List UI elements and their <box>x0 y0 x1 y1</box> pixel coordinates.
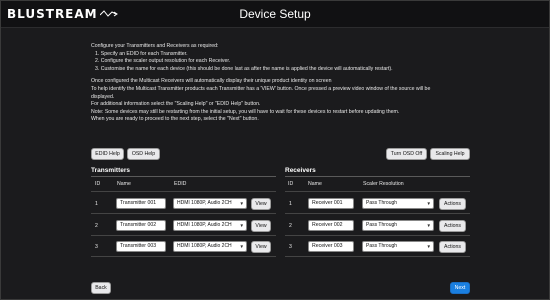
transmitters-col-id: ID <box>95 181 101 187</box>
scaler-value: Pass Through <box>366 222 398 228</box>
receiver-name-input[interactable]: Receiver 002 <box>308 220 354 231</box>
view-button[interactable]: View <box>251 241 271 253</box>
scaler-value: Pass Through <box>366 243 398 249</box>
back-button[interactable]: Back <box>91 282 111 294</box>
transmitter-name-input[interactable]: Transmitter 001 <box>116 198 166 209</box>
receivers-divider <box>285 176 470 177</box>
receiver-id: 3 <box>289 244 292 250</box>
row-divider <box>91 235 276 236</box>
receivers-header-divider <box>285 191 470 192</box>
instruction-line: When you are ready to proceed to the nex… <box>91 116 259 123</box>
chevron-down-icon: ▼ <box>239 223 244 228</box>
transmitter-edid-select[interactable]: HDMI 1080P, Audio 2CH ▼ <box>173 241 247 252</box>
page-title: Device Setup <box>239 7 311 21</box>
chevron-down-icon: ▼ <box>426 244 431 249</box>
transmitters-divider <box>91 176 276 177</box>
actions-button[interactable]: Actions <box>439 220 466 232</box>
transmitters-header-divider <box>91 191 276 192</box>
transmitter-name-input[interactable]: Transmitter 002 <box>116 220 166 231</box>
row-divider <box>285 235 470 236</box>
next-button[interactable]: Next <box>450 282 470 294</box>
receiver-name-input[interactable]: Receiver 003 <box>308 241 354 252</box>
transmitters-col-edid: EDID <box>174 181 187 187</box>
instruction-line: To help identify the Multicast Transmitt… <box>91 85 431 92</box>
receiver-scaler-select[interactable]: Pass Through ▼ <box>362 198 434 209</box>
receivers-col-id: ID <box>288 181 294 187</box>
instructions-text: Configure your Transmitters and Receiver… <box>91 43 491 124</box>
instruction-line: For additional information select the "S… <box>91 101 261 108</box>
transmitter-id: 1 <box>95 201 98 207</box>
receivers-col-scaler: Scaler Resolution <box>363 181 404 187</box>
receiver-scaler-select[interactable]: Pass Through ▼ <box>362 241 434 252</box>
view-button[interactable]: View <box>251 198 271 210</box>
transmitter-id: 3 <box>95 244 98 250</box>
row-divider <box>285 213 470 214</box>
instruction-line: Configure your Transmitters and Receiver… <box>91 43 219 49</box>
actions-button[interactable]: Actions <box>439 198 466 210</box>
receivers-heading: Receivers <box>285 167 316 174</box>
receiver-id: 2 <box>289 223 292 229</box>
edid-help-button[interactable]: EDID Help <box>91 148 124 160</box>
app-header: BLUSTREAM Device Setup <box>1 1 549 28</box>
transmitter-edid-select[interactable]: HDMI 1080P, Audio 2CH ▼ <box>173 198 247 209</box>
actions-button[interactable]: Actions <box>439 241 466 253</box>
device-setup-window: BLUSTREAM Device Setup Configure your Tr… <box>0 0 550 300</box>
scaling-help-button[interactable]: Scaling Help <box>430 148 470 160</box>
row-divider <box>91 213 276 214</box>
transmitter-id: 2 <box>95 223 98 229</box>
transmitters-heading: Transmitters <box>91 167 131 174</box>
receiver-id: 1 <box>289 201 292 207</box>
transmitter-edid-select[interactable]: HDMI 1080P, Audio 2CH ▼ <box>173 220 247 231</box>
osd-help-button[interactable]: OSD Help <box>127 148 160 160</box>
row-divider <box>285 256 470 257</box>
receiver-scaler-select[interactable]: Pass Through ▼ <box>362 220 434 231</box>
instruction-line: 2. Configure the scaler output resolutio… <box>95 58 231 65</box>
view-button[interactable]: View <box>251 220 271 232</box>
chevron-down-icon: ▼ <box>239 201 244 206</box>
row-divider <box>91 256 276 257</box>
scaler-value: Pass Through <box>366 200 398 206</box>
chevron-down-icon: ▼ <box>239 244 244 249</box>
receivers-col-name: Name <box>308 181 322 187</box>
chevron-down-icon: ▼ <box>426 223 431 228</box>
edid-value: HDMI 1080P, Audio 2CH <box>177 222 232 228</box>
instruction-line: displayed. <box>91 93 115 100</box>
transmitter-name-input[interactable]: Transmitter 003 <box>116 241 166 252</box>
edid-value: HDMI 1080P, Audio 2CH <box>177 243 232 249</box>
instruction-line: Note: Some devices may still be restarti… <box>91 108 400 115</box>
instruction-line: 1. Specify an EDID for each Transmitter. <box>95 50 188 57</box>
edid-value: HDMI 1080P, Audio 2CH <box>177 200 232 206</box>
chevron-down-icon: ▼ <box>426 201 431 206</box>
instruction-line: 3. Customise the name for each device (t… <box>95 65 393 72</box>
instruction-line: Once configured the Multicast Receivers … <box>91 78 332 85</box>
transmitters-col-name: Name <box>117 181 131 187</box>
turn-osd-off-button[interactable]: Turn OSD Off <box>386 148 427 160</box>
receiver-name-input[interactable]: Receiver 001 <box>308 198 354 209</box>
